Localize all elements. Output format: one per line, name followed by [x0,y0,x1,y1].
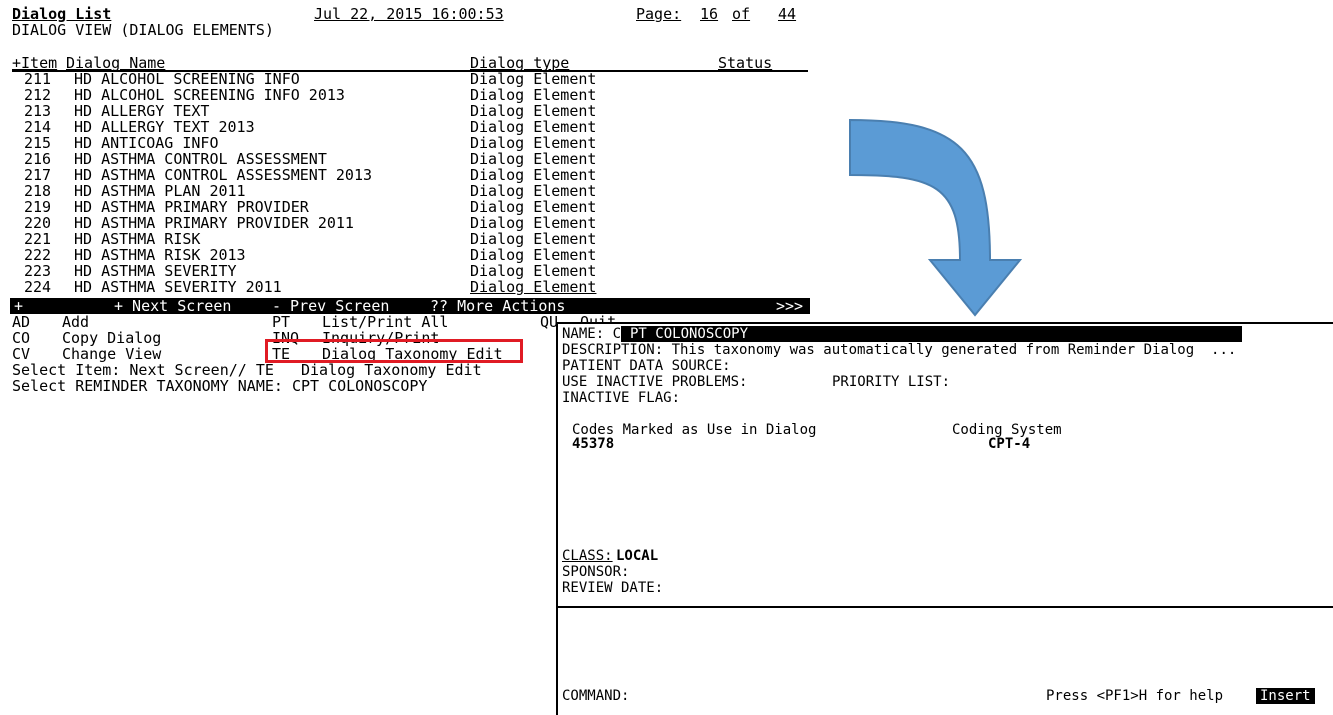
row-name: HD ALCOHOL SCREENING INFO 2013 [74,86,345,104]
row-number: 216 [24,150,52,168]
row-name: HD ALLERGY TEXT 2013 [74,118,255,136]
row-number: 220 [24,214,52,232]
page-title: Dialog List [12,5,112,23]
row-type: Dialog Element [470,150,597,168]
action-code: CO [12,329,31,347]
patient-data-source-field[interactable]: PATIENT DATA SOURCE: [562,358,731,374]
form-divider [558,606,1333,608]
row-type: Dialog Element [470,86,597,104]
more-actions-action[interactable]: ?? More Actions [430,298,565,314]
row-number: 218 [24,182,52,200]
column-status: Status [718,54,773,72]
row-number: 223 [24,262,52,280]
class-value[interactable]: LOCAL [616,548,658,564]
row-number: 224 [24,278,52,296]
name-field[interactable]: PT COLONOSCOPY [630,326,748,342]
row-type: Dialog Element [470,278,597,296]
action-code: PT [272,313,291,331]
page-current: 16 [700,5,719,23]
action-code: CV [12,345,31,363]
row-name: HD ANTICOAG INFO [74,134,219,152]
row-type: Dialog Element [470,214,597,232]
sponsor-field[interactable]: SPONSOR: [562,564,629,580]
row-type: Dialog Element [470,102,597,120]
inactive-flag-field[interactable]: INACTIVE FLAG: [562,390,680,406]
page-label: Page: [636,5,682,23]
priority-list-field[interactable]: PRIORITY LIST: [832,374,950,390]
review-date-field[interactable]: REVIEW DATE: [562,580,663,596]
row-number: 214 [24,118,52,136]
name-label: NAME: C [562,326,622,342]
row-number: 215 [24,134,52,152]
row-type: Dialog Element [470,246,597,264]
help-text: Press <PF1>H for help [1046,688,1224,704]
row-name: HD ALCOHOL SCREENING INFO [74,70,300,88]
coding-system-value: CPT-4 [988,436,1031,452]
row-type: Dialog Element [470,166,597,184]
te-highlight-box [265,339,523,363]
column-dialog-name: Dialog Name [66,54,166,72]
name-bar: NAME: C PT COLONOSCOPY [562,326,1242,342]
action-label: Add [62,313,90,331]
row-type: Dialog Element [470,118,597,136]
row-type: Dialog Element [470,134,597,152]
column-item: +Item [12,54,58,72]
prev-screen-action[interactable]: - Prev Screen [272,298,389,314]
row-number: 212 [24,86,52,104]
row-name: HD ASTHMA PRIMARY PROVIDER 2011 [74,214,354,232]
row-number: 213 [24,102,52,120]
page-total: 44 [778,5,797,23]
select-taxonomy-prompt[interactable]: Select REMINDER TAXONOMY NAME: CPT COLON… [12,378,427,394]
row-number: 211 [24,70,52,88]
row-number: 221 [24,230,52,248]
action-label: Change View [62,345,162,363]
row-name: HD ALLERGY TEXT [74,102,210,120]
action-label: Copy Dialog [62,329,162,347]
row-name: HD ASTHMA PLAN 2011 [74,182,246,200]
view-title: DIALOG VIEW (DIALOG ELEMENTS) [12,21,274,39]
use-inactive-problems-field[interactable]: USE INACTIVE PROBLEMS: [562,374,747,390]
select-item-prompt[interactable]: Select Item: Next Screen// TE Dialog Tax… [12,362,482,378]
row-name: HD ASTHMA CONTROL ASSESSMENT [74,150,327,168]
row-type: Dialog Element [470,198,597,216]
command-prompt[interactable]: COMMAND: [562,688,629,704]
row-name: HD ASTHMA CONTROL ASSESSMENT 2013 [74,166,373,184]
row-name: HD ASTHMA SEVERITY 2011 [74,278,282,296]
bar-arrows[interactable]: >>> [776,298,803,314]
taxonomy-edit-terminal: NAME: C PT COLONOSCOPY DESCRIPTION: This… [556,322,1333,715]
row-type: Dialog Element [470,230,597,248]
row-name: HD ASTHMA RISK 2013 [74,246,246,264]
code-value[interactable]: 45378 [572,436,614,452]
curved-down-arrow-icon [849,118,1023,317]
row-number: 217 [24,166,52,184]
action-label: List/Print All [322,313,449,331]
description-field[interactable]: DESCRIPTION: This taxonomy was automatic… [562,342,1236,358]
next-screen-action[interactable]: + Next Screen [114,298,231,314]
insert-mode-badge: Insert [1256,688,1315,704]
row-name: HD ASTHMA SEVERITY [74,262,237,280]
action-bar: + + Next Screen - Prev Screen ?? More Ac… [10,298,810,314]
row-number: 219 [24,198,52,216]
row-type: Dialog Element [470,182,597,200]
row-type: Dialog Element [470,262,597,280]
page-of: of [732,5,751,23]
row-name: HD ASTHMA PRIMARY PROVIDER [74,198,309,216]
row-number: 222 [24,246,52,264]
row-type: Dialog Element [470,70,597,88]
action-code: AD [12,313,31,331]
column-dialog-type: Dialog type [470,54,570,72]
row-name: HD ASTHMA RISK [74,230,201,248]
datetime: Jul 22, 2015 16:00:53 [314,5,504,23]
class-label: CLASS: [562,548,613,564]
bar-plus[interactable]: + [14,298,23,314]
